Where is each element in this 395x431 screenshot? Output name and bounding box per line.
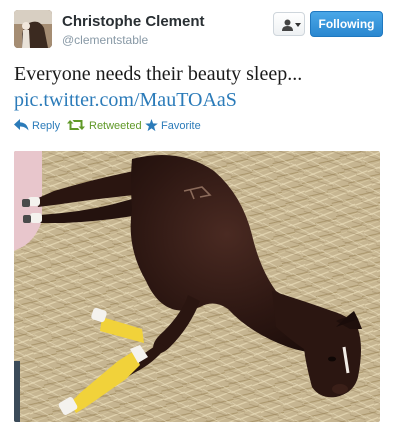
retweet-icon [67, 119, 85, 134]
tweet-media-link[interactable]: pic.twitter.com/MauTOAaS [14, 88, 237, 112]
sleeping-horse-image [14, 151, 380, 422]
display-name[interactable]: Christophe Clement [62, 13, 205, 30]
retweet-label: Retweeted [89, 120, 142, 132]
person-icon [282, 18, 293, 36]
tweet-text: Everyone needs their beauty sleep... [14, 63, 303, 85]
reply-arrow-icon [14, 119, 29, 134]
reply-label: Reply [32, 120, 61, 132]
user-actions-dropdown[interactable] [273, 12, 305, 36]
tweet-photo[interactable] [14, 151, 380, 422]
avatar[interactable] [14, 10, 52, 48]
screen-name[interactable]: @clementstable [62, 33, 148, 47]
avatar-image [14, 10, 52, 48]
favorite-label: Favorite [161, 120, 201, 132]
star-icon [145, 119, 158, 135]
following-button[interactable]: Following [310, 11, 383, 37]
tweet-card: Christophe Clement @clementstable Follow… [0, 0, 395, 431]
caret-down-icon [295, 23, 301, 27]
